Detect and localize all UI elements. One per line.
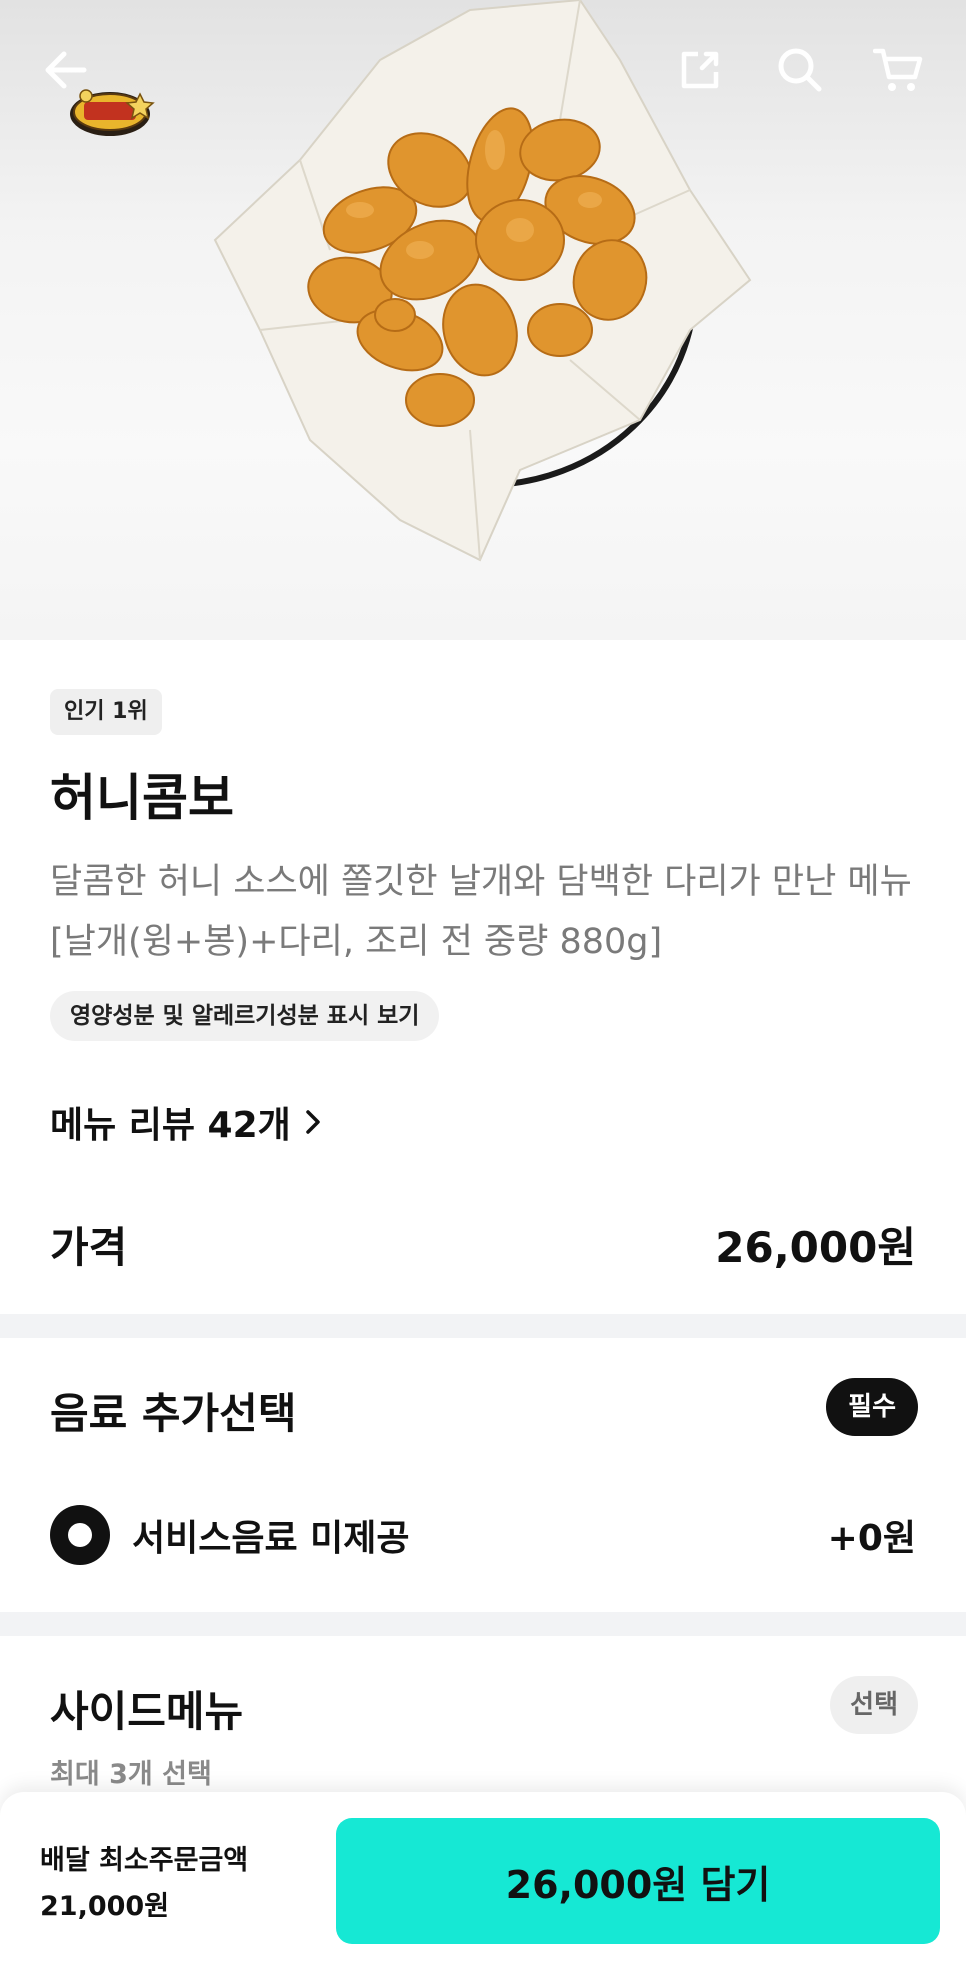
price-label: 가격 bbox=[50, 1223, 128, 1272]
section-divider bbox=[0, 1612, 966, 1636]
review-link-label: 메뉴 리뷰 42개 bbox=[50, 1105, 291, 1146]
side-group-subtitle: 최대 3개 선택 bbox=[50, 1759, 212, 1790]
share-icon bbox=[681, 51, 719, 89]
bottom-order-bar: 배달 최소주문금액 21,000원 26,000원 담기 bbox=[0, 1792, 966, 1970]
star-badge-icon bbox=[70, 89, 155, 136]
option-label: 서비스음료 미제공 bbox=[132, 1518, 410, 1559]
search-button[interactable] bbox=[770, 40, 830, 100]
search-icon bbox=[778, 48, 822, 92]
optional-badge: 선택 bbox=[830, 1676, 918, 1734]
cart-button[interactable] bbox=[868, 40, 928, 100]
option-price: +0원 bbox=[827, 1518, 916, 1559]
min-order-value: 21,000원 bbox=[40, 1891, 170, 1922]
price-value: 26,000원 bbox=[715, 1223, 916, 1272]
store-logo bbox=[66, 82, 158, 140]
cart-icon bbox=[873, 48, 923, 91]
drink-group-title: 음료 추가선택 bbox=[50, 1389, 297, 1438]
share-button[interactable] bbox=[670, 40, 730, 100]
section-divider bbox=[0, 1314, 966, 1338]
nutrition-info-link[interactable]: 영양성분 및 알레르기성분 표시 보기 bbox=[50, 991, 440, 1041]
chevron-right-icon bbox=[305, 1109, 321, 1135]
add-to-cart-button[interactable]: 26,000원 담기 bbox=[336, 1818, 940, 1944]
product-hero-image bbox=[0, 0, 966, 640]
radio-selected[interactable] bbox=[50, 1505, 110, 1565]
product-title: 허니콤보 bbox=[50, 769, 234, 827]
required-badge: 필수 bbox=[826, 1378, 918, 1436]
side-group-title: 사이드메뉴 bbox=[50, 1687, 244, 1736]
min-order-label: 배달 최소주문금액 bbox=[40, 1845, 249, 1876]
rank-badge: 인기 1위 bbox=[50, 689, 162, 735]
product-description: 달콤한 허니 소스에 쫄깃한 날개와 담백한 다리가 만난 메뉴[날개(윙+봉)… bbox=[50, 862, 912, 962]
drink-option-row[interactable]: 서비스음료 미제공 +0원 bbox=[50, 1500, 916, 1570]
menu-review-link[interactable]: 메뉴 리뷰 42개 bbox=[50, 1096, 321, 1148]
